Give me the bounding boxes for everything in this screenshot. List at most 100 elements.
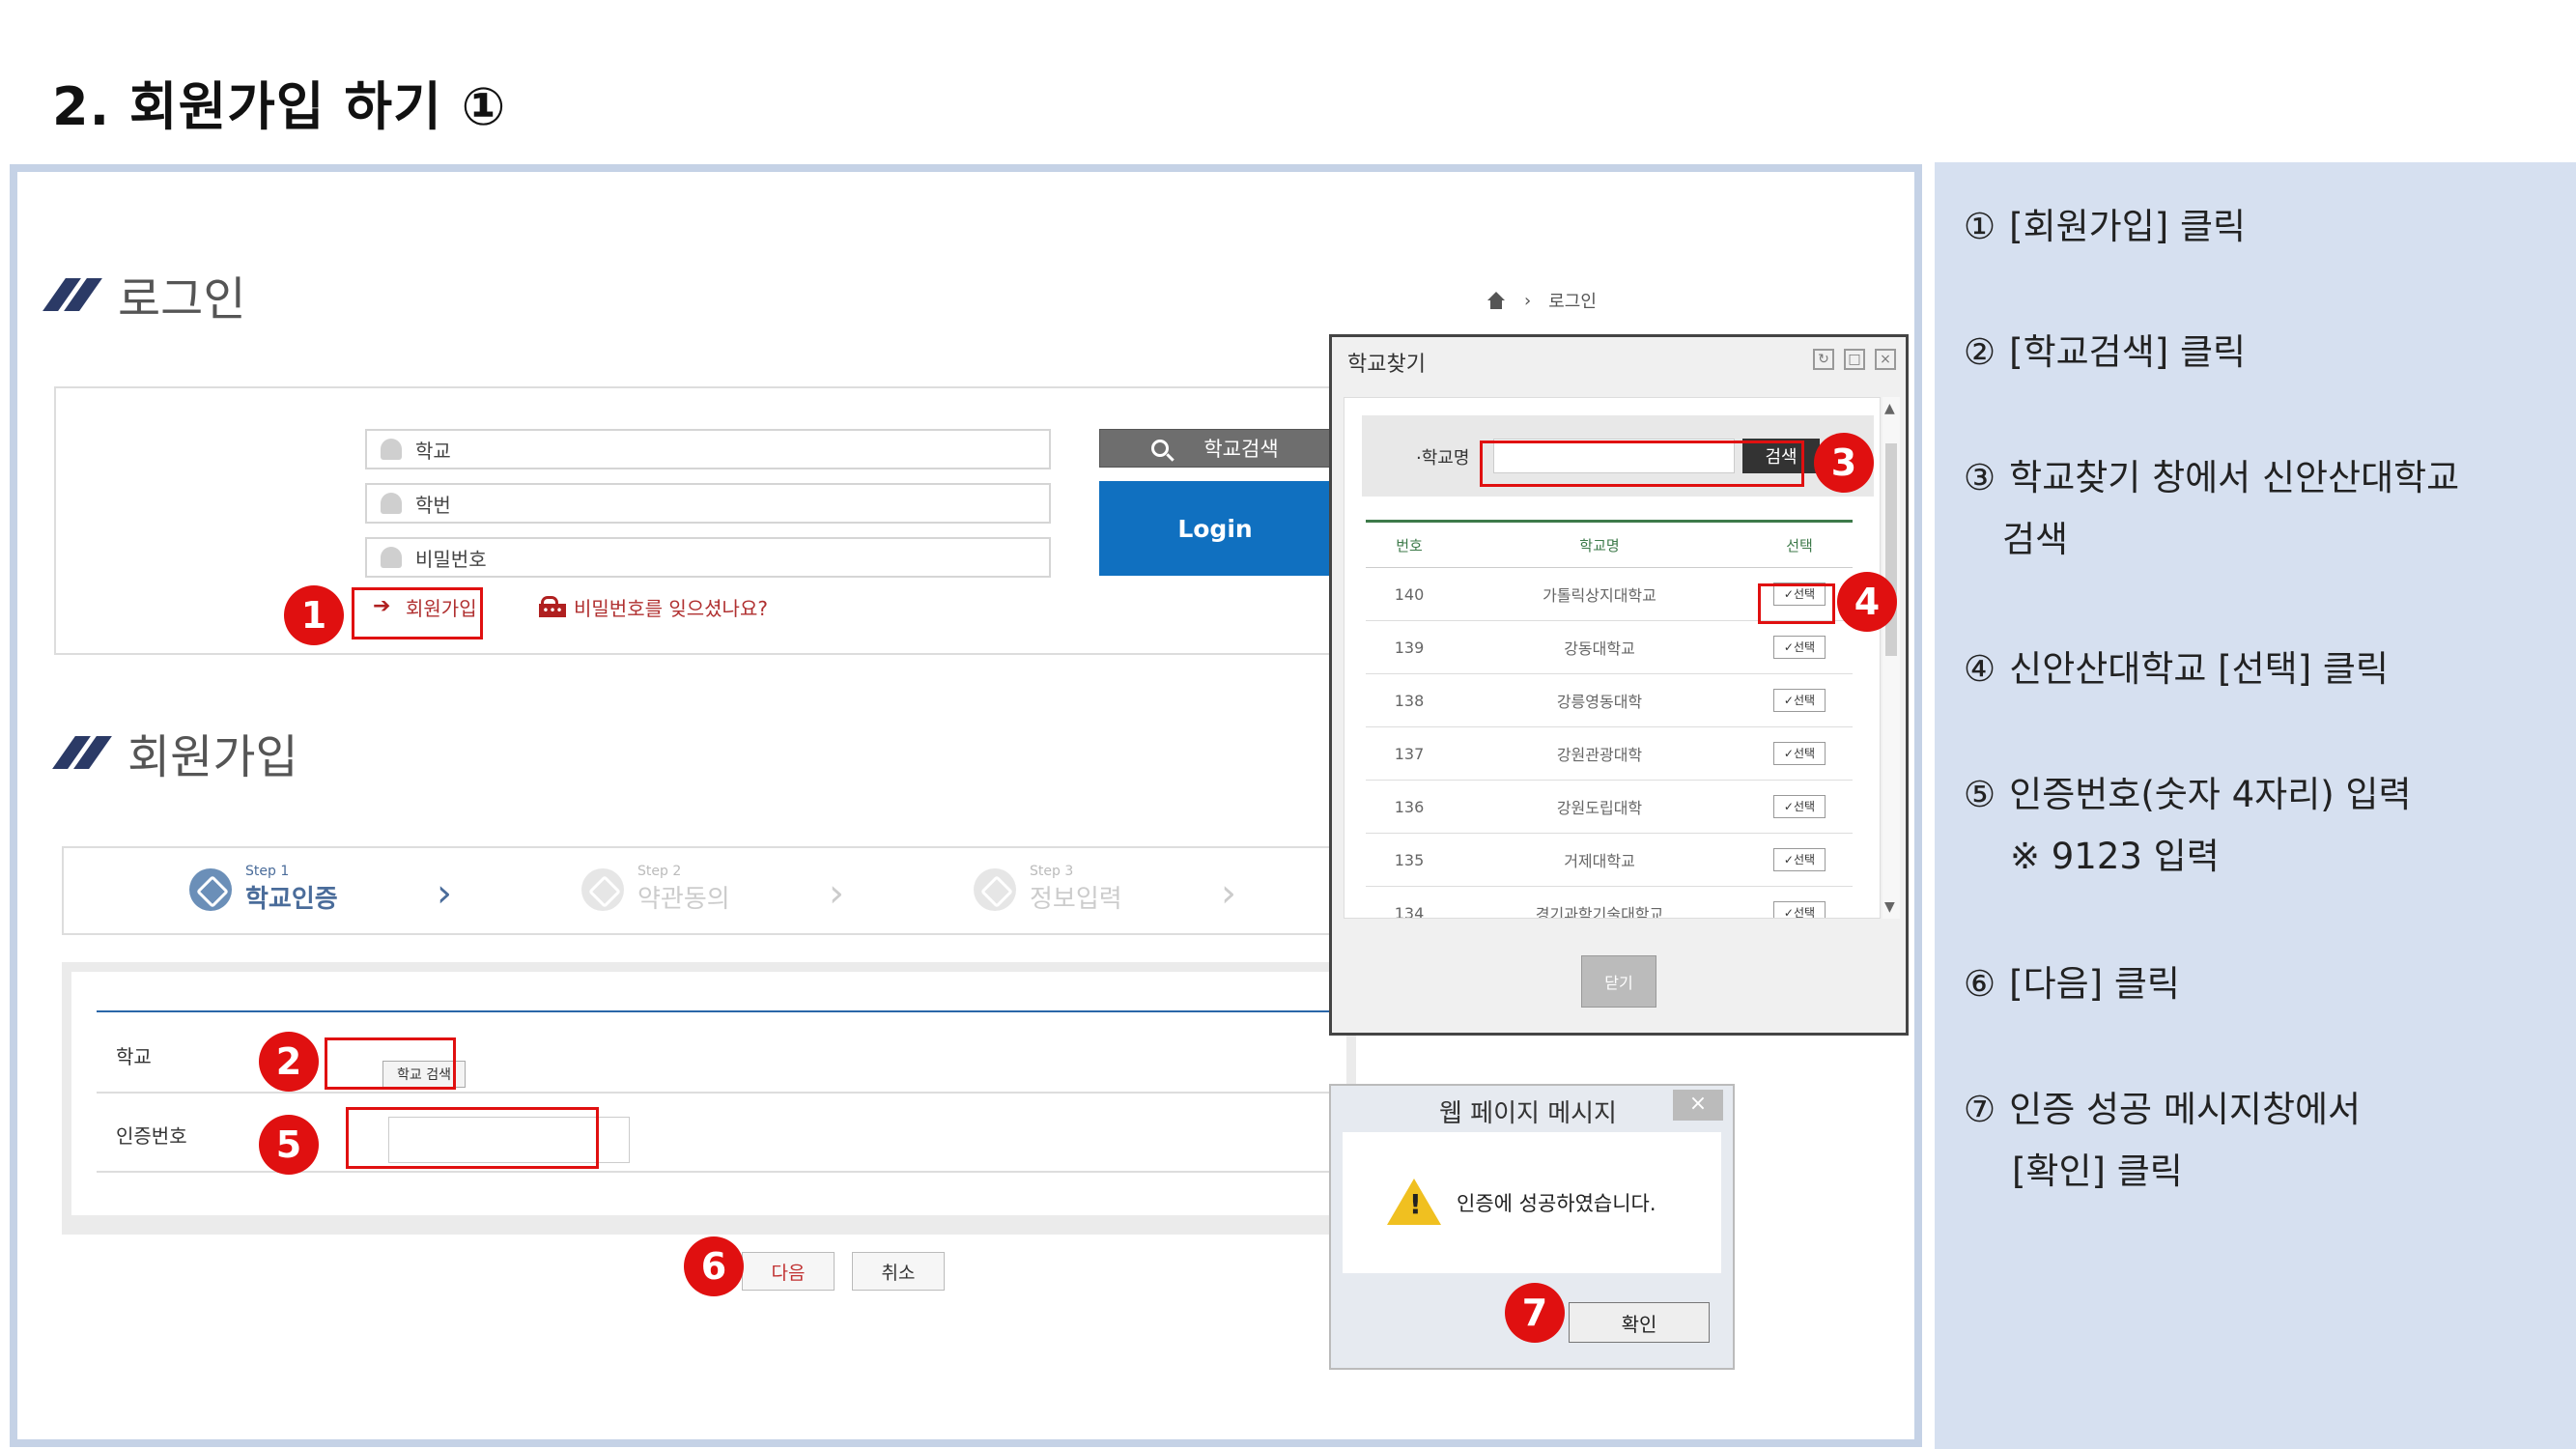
instruction-2: ② [학교검색] 클릭 (1964, 321, 2246, 384)
row-number: 137 (1366, 726, 1453, 781)
close-icon[interactable]: × (1673, 1090, 1723, 1121)
highlight-auth-input (346, 1107, 599, 1169)
instruction-4: ④ 신안산대학교 [선택] 클릭 (1964, 638, 2389, 701)
row-school-name: 강원도립대학 (1453, 780, 1746, 834)
callout-7: 7 (1505, 1283, 1565, 1343)
select-button[interactable]: ✓선택 (1773, 742, 1826, 765)
col-school-name: 학교명 (1453, 520, 1746, 568)
row-school-name: 경기과학기술대학교 (1453, 886, 1746, 918)
row-school-name: 강동대학교 (1453, 620, 1746, 674)
row-number: 135 (1366, 833, 1453, 887)
home-icon[interactable] (1486, 292, 1507, 309)
instruction-5-cont: ※ 9123 입력 (2010, 836, 2220, 877)
dialog-text: 인증에 성공하였습니다. (1457, 1192, 1656, 1215)
auth-number-label: 인증번호 (116, 1124, 187, 1148)
instruction-6: ⑥ [다음] 클릭 (1964, 952, 2180, 1016)
student-id-field[interactable]: 학번 (365, 483, 1051, 524)
login-box: 학교 학번 비밀번호 학교검색 Login 회원가입 비밀번호를 잊으셨나요? (54, 386, 1348, 655)
instruction-3: ③ 학교찾기 창에서 신안산대학교 (1964, 446, 2459, 510)
popup-scrollbar[interactable]: ▲ ▼ (1882, 397, 1900, 919)
callout-6: 6 (684, 1236, 744, 1296)
login-button[interactable]: Login (1099, 481, 1331, 576)
signup-title: 회원가입 (127, 730, 298, 784)
signup-steps: Step 1 학교인증 › Step 2 약관동의 › Step 3 정보입력 › (62, 846, 1356, 935)
row-number: 138 (1366, 673, 1453, 727)
highlight-join (352, 587, 483, 639)
select-button[interactable]: ✓선택 (1773, 795, 1826, 818)
breadcrumb-current: 로그인 (1548, 292, 1597, 312)
row-school-name: 강원관광대학 (1453, 726, 1746, 781)
highlight-school-search (325, 1037, 456, 1090)
school-search-button[interactable]: 학교검색 (1099, 429, 1331, 468)
instruction-7: ⑦ 인증 성공 메시지창에서 (1964, 1078, 2361, 1142)
slide-title: 2. 회원가입 하기 ① (52, 76, 507, 137)
school-field[interactable]: 학교 (365, 429, 1051, 469)
forgot-password-link[interactable]: 비밀번호를 잊으셨나요? (539, 593, 768, 621)
school-search-label: 학교검색 (1203, 438, 1279, 461)
table-row: 134 경기과학기술대학교 ✓선택 (1366, 886, 1853, 918)
instruction-3-cont: 검색 (2002, 519, 2069, 560)
step-1-small: Step 1 (245, 864, 290, 879)
step-1: Step 1 학교인증 (189, 864, 338, 915)
instruction-text: [학교검색] 클릭 (2009, 331, 2247, 373)
screenshot-frame: 로그인 › 로그인 학교 학번 비밀번호 학교검색 Login 회원가입 (10, 164, 1922, 1447)
instruction-num: ③ (1964, 457, 1996, 498)
ok-button[interactable]: 확인 (1569, 1302, 1710, 1343)
school-icon (381, 439, 402, 460)
instruction-text: [다음] 클릭 (2009, 963, 2180, 1005)
close-icon[interactable]: × (1875, 349, 1896, 370)
select-button[interactable]: ✓선택 (1773, 689, 1826, 712)
scroll-up-icon[interactable]: ▲ (1884, 401, 1895, 416)
cancel-button[interactable]: 취소 (852, 1252, 945, 1291)
form-divider (97, 1092, 1346, 1094)
popup-title: 학교찾기 (1347, 353, 1426, 377)
select-button[interactable]: ✓선택 (1773, 848, 1826, 871)
check-icon (974, 867, 1016, 911)
dialog-title: 웹 페이지 메시지 (1439, 1099, 1617, 1128)
instruction-num: ⑥ (1964, 963, 1996, 1005)
auth-form: 학교 학교 검색 인증번호 (62, 962, 1356, 1235)
select-label: 선택 (1793, 640, 1816, 654)
instruction-num: ① (1964, 206, 1996, 247)
select-label: 선택 (1793, 853, 1816, 867)
row-number: 134 (1366, 886, 1453, 918)
step-1-label: 학교인증 (245, 885, 338, 914)
step-2: Step 2 약관동의 (581, 864, 730, 915)
breadcrumb: › 로그인 (1486, 288, 1597, 313)
row-school-name: 가톨릭상지대학교 (1453, 567, 1746, 621)
login-title: 로그인 (118, 272, 246, 327)
password-field[interactable]: 비밀번호 (365, 537, 1051, 578)
warning-icon (1387, 1179, 1441, 1225)
refresh-icon[interactable]: ↻ (1813, 349, 1834, 370)
form-divider (97, 1010, 1346, 1012)
forgot-label: 비밀번호를 잊으셨나요? (574, 597, 768, 620)
instruction-text: 인증 성공 메시지창에서 (2009, 1089, 2362, 1130)
search-icon (1151, 440, 1170, 457)
instruction-text: 학교찾기 창에서 신안산대학교 (2009, 457, 2460, 498)
instruction-num: ② (1964, 331, 1996, 373)
next-button[interactable]: 다음 (742, 1252, 835, 1291)
chevron-right-icon: › (829, 871, 844, 916)
popup-controls: ↻ □ × (1813, 349, 1896, 370)
school-label: 학교 (116, 1045, 152, 1068)
callout-5: 5 (259, 1115, 319, 1175)
check-icon (189, 867, 232, 911)
maximize-icon[interactable]: □ (1844, 349, 1865, 370)
step-3: Step 3 정보입력 (974, 864, 1122, 915)
password-placeholder: 비밀번호 (415, 547, 487, 571)
table-row: 138 강릉영동대학 ✓선택 (1366, 673, 1853, 727)
school-name-label: ·학교명 (1416, 448, 1470, 469)
popup-close-button[interactable]: 닫기 (1581, 955, 1656, 1008)
instruction-num: ④ (1964, 648, 1996, 690)
instruction-1: ① [회원가입] 클릭 (1964, 195, 2246, 259)
instruction-num: ⑤ (1964, 774, 1996, 815)
scroll-down-icon[interactable]: ▼ (1884, 899, 1895, 915)
scroll-thumb[interactable] (1885, 443, 1897, 656)
school-placeholder: 학교 (415, 439, 451, 463)
select-button[interactable]: ✓선택 (1773, 636, 1826, 659)
row-number: 136 (1366, 780, 1453, 834)
lock-icon (381, 547, 402, 568)
login-heading: 로그인 (42, 261, 246, 328)
select-button[interactable]: ✓선택 (1773, 901, 1826, 918)
instruction-text: 인증번호(숫자 4자리) 입력 (2009, 774, 2412, 815)
